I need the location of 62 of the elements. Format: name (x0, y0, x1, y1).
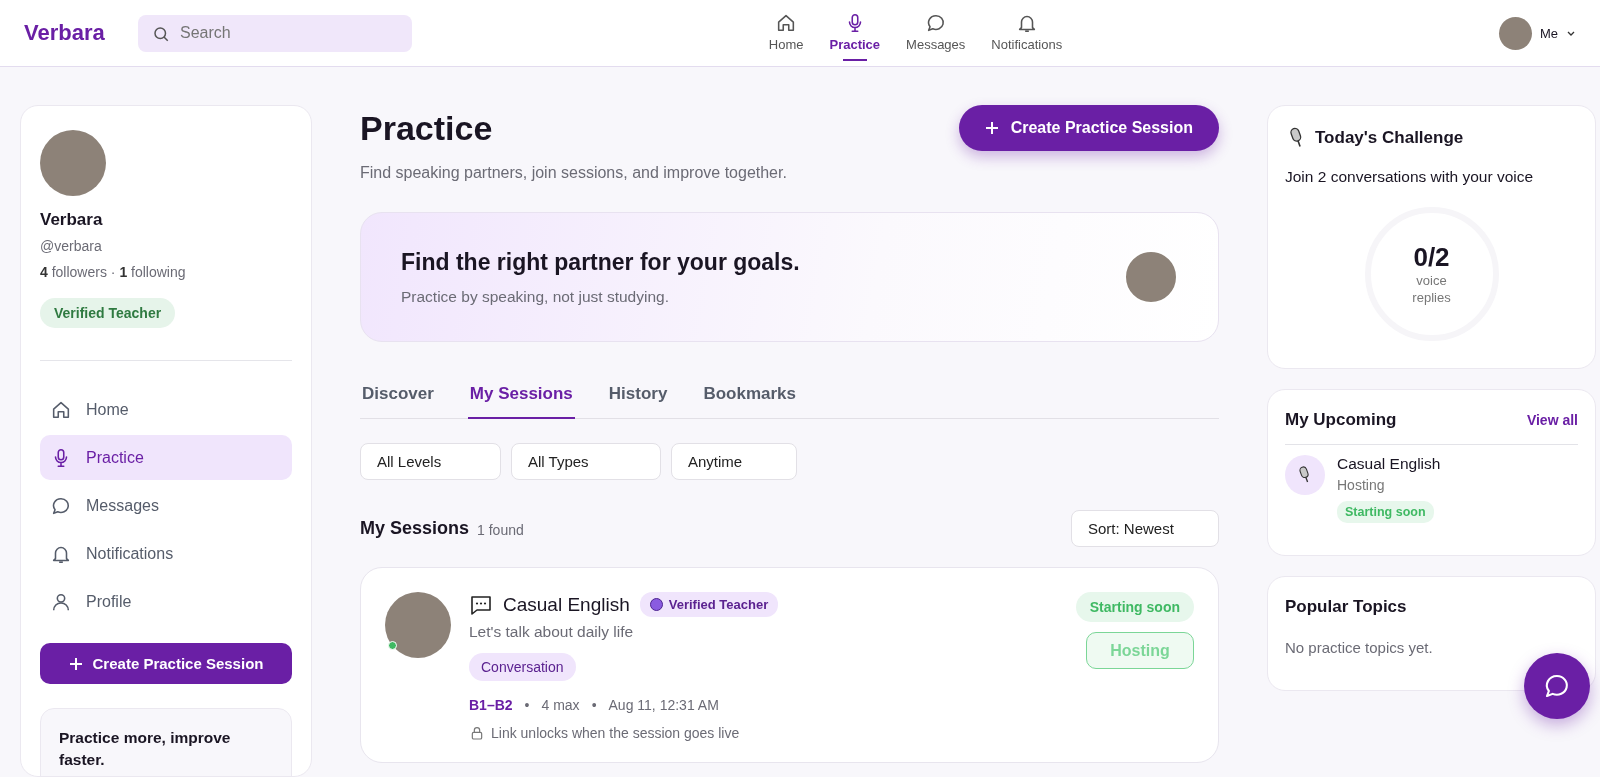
nav-tab[interactable]: Home (762, 3, 810, 63)
nav-tab[interactable]: Notifications (985, 3, 1069, 63)
banner-title: Find the right partner for your goals. (401, 248, 800, 276)
capacity: 4 max (541, 697, 580, 713)
search-field[interactable]: Search (138, 14, 412, 52)
sidebar-item[interactable]: Notifications (40, 531, 292, 576)
empty-message: No practice topics yet. (1285, 639, 1434, 658)
create-session-button[interactable]: Create Practice Session (40, 643, 292, 684)
tab[interactable]: Bookmarks (701, 384, 798, 419)
card-title: Today's Challenge (1315, 128, 1464, 148)
plus-icon (68, 656, 83, 671)
tab[interactable]: My Sessions (467, 384, 575, 419)
lock-icon (469, 725, 485, 741)
card-title: My Upcoming (1285, 410, 1397, 430)
plus-icon (984, 121, 999, 135)
sidebar-item[interactable]: Messages (40, 483, 292, 528)
session-time: Aug 11, 12:31 AM (608, 697, 719, 713)
sort-dropdown[interactable]: Sort: Newest (1071, 510, 1219, 547)
section-title: My Sessions (360, 518, 470, 539)
lock-note: Link unlocks when the session goes live (491, 725, 740, 741)
filter-dropdown[interactable]: Anytime (671, 443, 797, 480)
account-menu[interactable]: Me (1498, 16, 1576, 50)
chat-button[interactable] (1524, 653, 1590, 719)
verified-badge: Verified Teacher (40, 298, 176, 328)
separator-dot: • (524, 697, 530, 713)
challenge-count: 0/2 (1413, 241, 1450, 273)
session-title: Casual English (503, 593, 630, 616)
view-all-link[interactable]: View all (1526, 412, 1578, 428)
verified-badge: Verified Teacher (639, 592, 779, 617)
upcoming-role: Hosting (1337, 477, 1386, 493)
banner-text: Practice by speaking, not just studying. (401, 287, 670, 306)
sidebar-item[interactable]: Practice (40, 435, 292, 480)
challenge-text: Join 2 conversations with your voice (1285, 168, 1535, 186)
session-tag: Conversation (469, 653, 576, 681)
profile-handle: @verbara (40, 238, 103, 254)
separator-dot: • (591, 697, 597, 713)
nav-tab[interactable]: Practice (823, 3, 887, 63)
promo-title: Practice more, improve faster. (59, 728, 232, 771)
level-range: B1–B2 (469, 697, 513, 713)
create-session-button[interactable]: Create Practice Session (958, 105, 1219, 151)
result-count: 1 found (477, 521, 524, 538)
sidebar-item[interactable]: Home (40, 387, 292, 432)
brand-logo[interactable]: Verbara (24, 20, 138, 46)
session-card[interactable]: Casual English Verified Teacher Let's talk about daily life Conversation B1–B2 • 4 max • Aug 11, 12:31 AM Link unlocks when the session goes live Starting soon Hosting (360, 567, 1219, 763)
avatar-photo-placeholder (1498, 16, 1532, 50)
upcoming-title: Casual English (1337, 455, 1441, 473)
page-subtitle: Find speaking partners, join sessions, and improve together. (360, 164, 787, 182)
badge-dot-icon (649, 598, 663, 611)
filter-dropdown[interactable]: All Types (511, 443, 661, 480)
tab[interactable]: Discover (360, 384, 436, 419)
filter-dropdown[interactable]: All Levels (360, 443, 501, 480)
nav-tab[interactable]: Messages (900, 3, 972, 63)
status-badge: Starting soon (1337, 501, 1434, 523)
page-title: Practice (360, 109, 494, 148)
card-title: Popular Topics (1285, 597, 1408, 617)
profile-name: Verbara (40, 210, 104, 230)
tab[interactable]: History (606, 384, 670, 419)
challenge-unit: voice replies (1411, 272, 1452, 307)
sidebar-item[interactable]: Profile (40, 579, 292, 624)
session-description: Let's talk about daily life (469, 623, 635, 641)
status-badge: Starting soon (1075, 592, 1194, 622)
follow-stats: 4 followers · 1 following (40, 264, 187, 280)
